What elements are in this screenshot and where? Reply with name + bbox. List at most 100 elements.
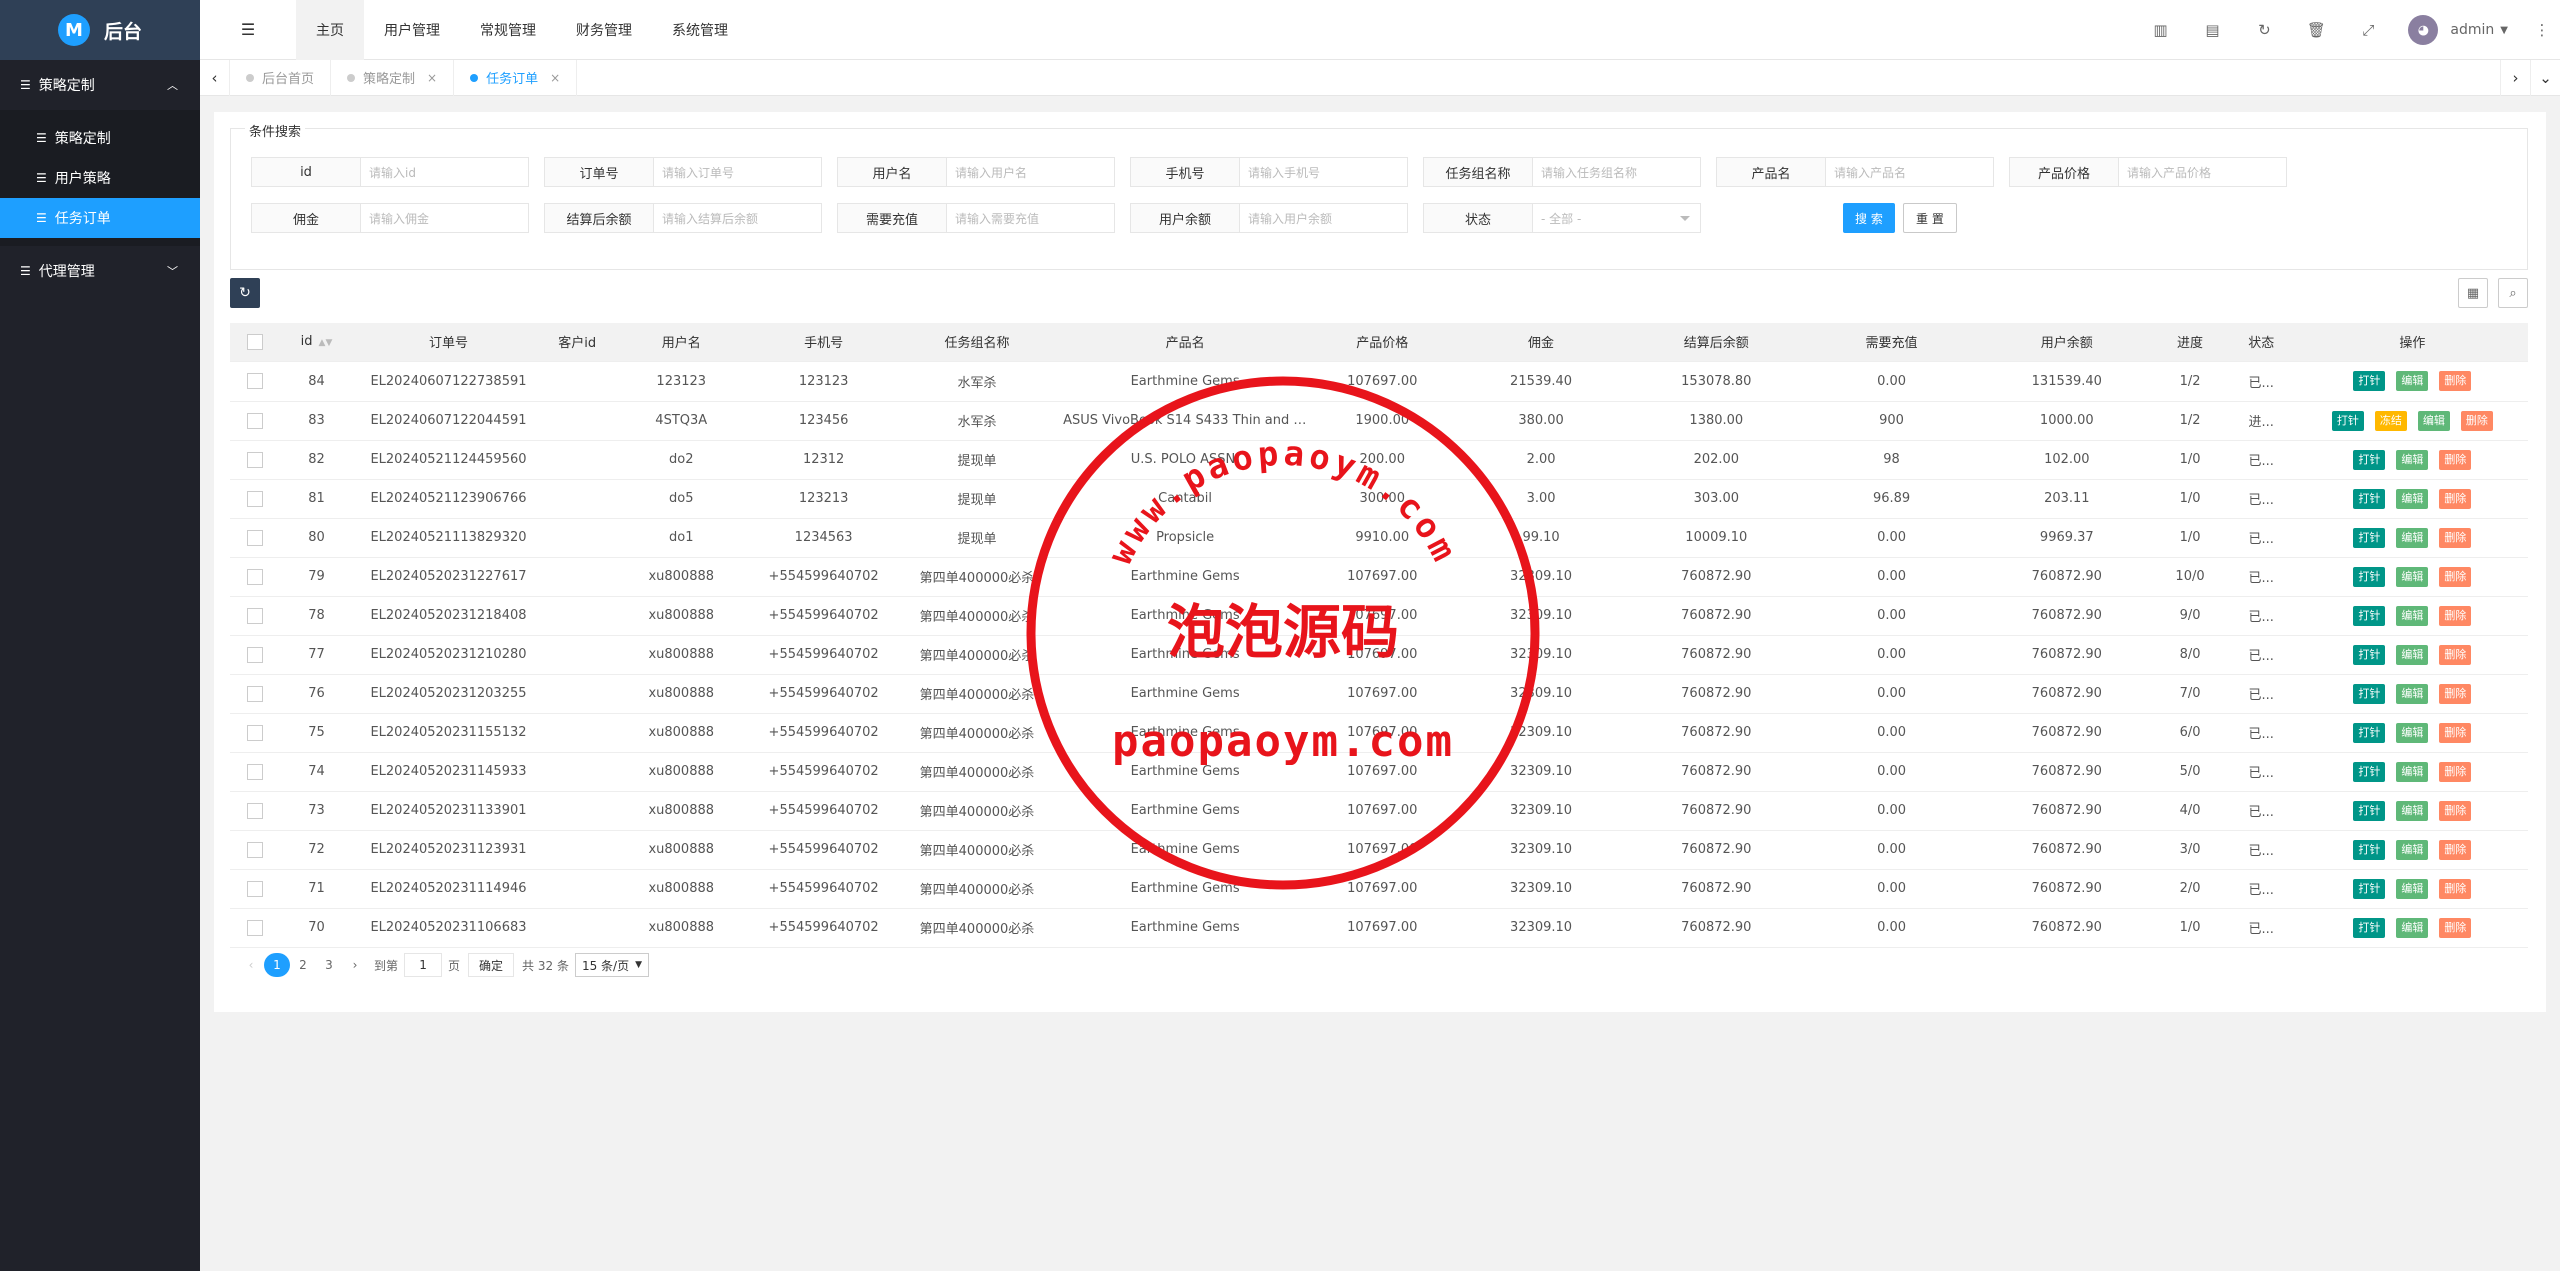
inject-button[interactable]: 打针 xyxy=(2353,566,2386,587)
order-no-input[interactable]: 请输入订单号 xyxy=(654,157,822,187)
status-select[interactable]: - 全部 - xyxy=(1533,203,1701,233)
logo[interactable]: M 后台 xyxy=(0,0,200,60)
tab-home[interactable]: 后台首页 xyxy=(230,59,332,96)
edit-button[interactable]: 编辑 xyxy=(2396,644,2429,665)
nav-system-management[interactable]: 系统管理 xyxy=(652,0,748,60)
edit-button[interactable]: 编辑 xyxy=(2396,488,2429,509)
row-checkbox[interactable] xyxy=(247,724,264,741)
row-checkbox[interactable] xyxy=(247,880,264,897)
inject-button[interactable]: 打针 xyxy=(2353,488,2386,509)
delete-button[interactable]: 删除 xyxy=(2439,917,2472,938)
delete-button[interactable]: 删除 xyxy=(2439,722,2472,743)
edit-button[interactable]: 编辑 xyxy=(2396,917,2429,938)
task-group-input[interactable]: 请输入任务组名称 xyxy=(1533,157,1701,187)
commission-input[interactable]: 请输入佣金 xyxy=(361,203,529,233)
sidebar-group-strategy[interactable]: ☰ 策略定制 ︿ xyxy=(0,60,200,110)
inject-button[interactable]: 打针 xyxy=(2353,839,2386,860)
reset-button[interactable]: 重 置 xyxy=(1903,203,1957,233)
delete-button[interactable]: 删除 xyxy=(2439,644,2472,665)
delete-button[interactable]: 删除 xyxy=(2439,800,2472,821)
product-price-input[interactable]: 请输入产品价格 xyxy=(2119,157,2287,187)
nav-home[interactable]: 主页 xyxy=(296,0,364,60)
page-size-select[interactable]: 15 条/页 ▼ xyxy=(574,953,650,977)
menu-toggle-icon[interactable]: ☰ xyxy=(200,0,296,60)
inject-button[interactable]: 打针 xyxy=(2353,527,2386,548)
product-name-input[interactable]: 请输入产品名 xyxy=(1826,157,1994,187)
close-icon[interactable]: × xyxy=(550,71,560,85)
settled-balance-input[interactable]: 请输入结算后余额 xyxy=(654,203,822,233)
inject-button[interactable]: 打针 xyxy=(2353,449,2386,470)
more-vertical-icon[interactable]: ⋮ xyxy=(2524,21,2560,39)
delete-button[interactable]: 删除 xyxy=(2439,527,2472,548)
delete-button[interactable]: 删除 xyxy=(2439,839,2472,860)
id-input[interactable]: 请输入id xyxy=(361,157,529,187)
edit-button[interactable]: 编辑 xyxy=(2396,371,2429,391)
chevron-right-icon[interactable]: › xyxy=(2500,60,2530,96)
inject-button[interactable]: 打针 xyxy=(2353,371,2386,391)
edit-button[interactable]: 编辑 xyxy=(2417,410,2450,431)
delete-button[interactable]: 删除 xyxy=(2439,605,2472,626)
inject-button[interactable]: 打针 xyxy=(2353,722,2386,743)
table-refresh-button[interactable]: ↻ xyxy=(230,278,260,308)
inject-button[interactable]: 打针 xyxy=(2353,800,2386,821)
tab-strategy[interactable]: 策略定制 × xyxy=(331,59,455,96)
select-all-checkbox[interactable] xyxy=(247,333,264,350)
row-checkbox[interactable] xyxy=(247,841,264,858)
row-checkbox[interactable] xyxy=(247,568,264,585)
row-checkbox[interactable] xyxy=(247,451,264,468)
search-button[interactable]: 搜 索 xyxy=(1843,203,1895,233)
edit-button[interactable]: 编辑 xyxy=(2396,527,2429,548)
user-menu[interactable]: ◕ admin ▼ xyxy=(2394,15,2524,45)
sidebar-group-agent[interactable]: ☰ 代理管理 ﹀ xyxy=(0,246,200,296)
inject-button[interactable]: 打针 xyxy=(2353,644,2386,665)
delete-button[interactable]: 删除 xyxy=(2439,371,2472,391)
chevron-left-icon[interactable]: ‹ xyxy=(200,59,230,96)
next-page-icon[interactable]: › xyxy=(342,953,368,977)
row-checkbox[interactable] xyxy=(247,412,264,429)
tab-task-orders[interactable]: 任务订单 × xyxy=(454,59,578,96)
row-checkbox[interactable] xyxy=(247,607,264,624)
delete-button[interactable]: 删除 xyxy=(2439,683,2472,704)
row-checkbox[interactable] xyxy=(247,802,264,819)
goto-confirm-button[interactable]: 确定 xyxy=(468,953,515,977)
nav-user-management[interactable]: 用户管理 xyxy=(364,0,460,60)
recharge-input[interactable]: 请输入需要充值 xyxy=(947,203,1115,233)
phone-input[interactable]: 请输入手机号 xyxy=(1240,157,1408,187)
sort-icon[interactable]: ▲▼ xyxy=(319,338,333,348)
edit-button[interactable]: 编辑 xyxy=(2396,800,2429,821)
edit-button[interactable]: 编辑 xyxy=(2396,566,2429,587)
edit-button[interactable]: 编辑 xyxy=(2396,878,2429,899)
search-icon[interactable]: ⌕ xyxy=(2498,278,2528,308)
edit-button[interactable]: 编辑 xyxy=(2396,605,2429,626)
inject-button[interactable]: 打针 xyxy=(2353,878,2386,899)
user-balance-input[interactable]: 请输入用户余额 xyxy=(1240,203,1408,233)
trash-icon[interactable]: 🗑 xyxy=(2290,21,2342,39)
edit-button[interactable]: 编辑 xyxy=(2396,449,2429,470)
chevron-down-icon[interactable]: ⌄ xyxy=(2530,60,2560,96)
inject-button[interactable]: 打针 xyxy=(2331,410,2364,431)
goto-page-input[interactable]: 1 xyxy=(404,953,443,977)
row-checkbox[interactable] xyxy=(247,529,264,546)
sidebar-item-user-strategy[interactable]: ☰ 用户策略 xyxy=(0,158,200,198)
edit-button[interactable]: 编辑 xyxy=(2396,683,2429,704)
username-input[interactable]: 请输入用户名 xyxy=(947,157,1115,187)
delete-button[interactable]: 删除 xyxy=(2439,878,2472,899)
inject-button[interactable]: 打针 xyxy=(2353,917,2386,938)
delete-button[interactable]: 删除 xyxy=(2460,410,2493,431)
row-checkbox[interactable] xyxy=(247,685,264,702)
nav-finance-management[interactable]: 财务管理 xyxy=(556,0,652,60)
delete-button[interactable]: 删除 xyxy=(2439,449,2472,470)
row-checkbox[interactable] xyxy=(247,919,264,936)
sidebar-item-strategy[interactable]: ☰ 策略定制 xyxy=(0,118,200,158)
row-checkbox[interactable] xyxy=(247,490,264,507)
page-2[interactable]: 2 xyxy=(290,953,316,977)
page-1[interactable]: 1 xyxy=(264,953,290,977)
edit-button[interactable]: 编辑 xyxy=(2396,722,2429,743)
layout-icon[interactable]: ▤ xyxy=(2186,21,2238,39)
refresh-icon[interactable]: ↻ xyxy=(2238,21,2290,39)
sidebar-item-task-orders[interactable]: ☰ 任务订单 xyxy=(0,198,200,238)
page-3[interactable]: 3 xyxy=(316,953,342,977)
inject-button[interactable]: 打针 xyxy=(2353,683,2386,704)
nav-general-management[interactable]: 常规管理 xyxy=(460,0,556,60)
fullscreen-icon[interactable]: ⤢ xyxy=(2342,21,2394,39)
